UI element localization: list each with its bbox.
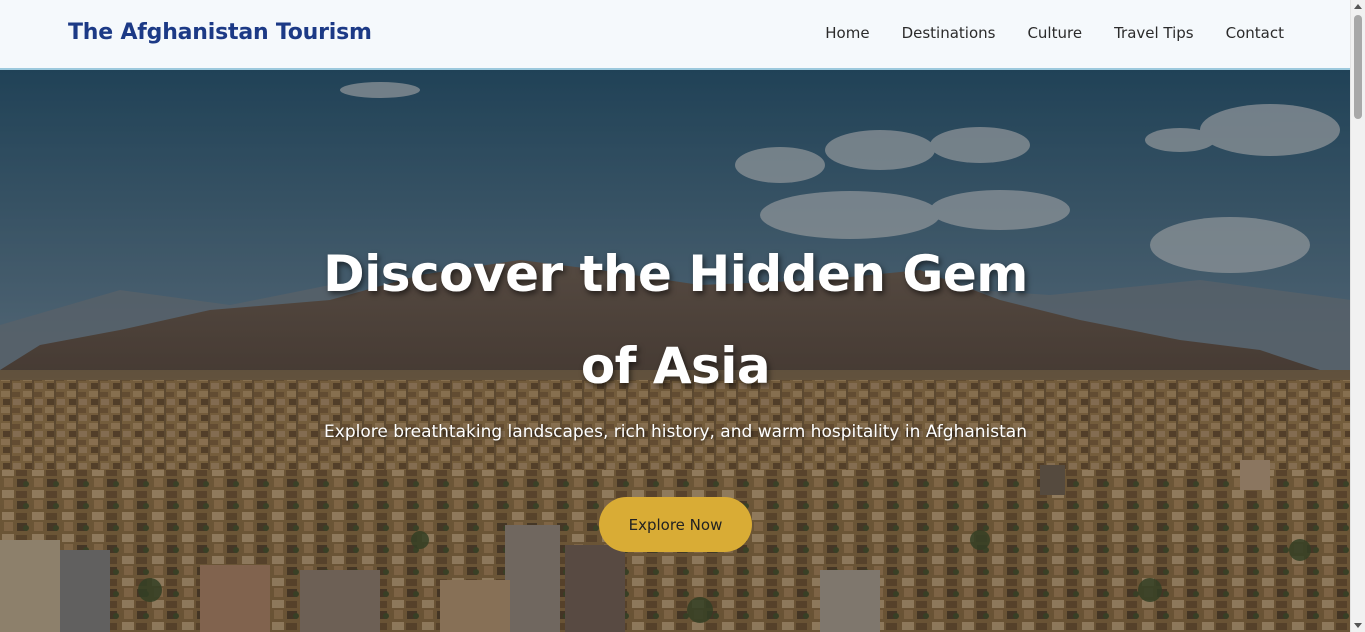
hero-content: Discover the Hidden Gem of Asia Explore … [0,70,1351,632]
vertical-scrollbar[interactable] [1350,0,1365,632]
scrollbar-thumb[interactable] [1354,15,1362,119]
scroll-up-arrow-icon[interactable] [1354,4,1362,9]
explore-now-button[interactable]: Explore Now [599,497,752,552]
page: The Afghanistan Tourism Home Destination… [0,0,1365,632]
hero-subtitle: Explore breathtaking landscapes, rich hi… [324,422,1027,442]
nav-link-home[interactable]: Home [825,24,869,42]
hero-section: Discover the Hidden Gem of Asia Explore … [0,70,1351,632]
navbar: The Afghanistan Tourism Home Destination… [0,0,1351,70]
hero-title: Discover the Hidden Gem of Asia [323,245,1028,395]
scroll-down-arrow-icon[interactable] [1354,623,1362,628]
nav-link-contact[interactable]: Contact [1226,24,1284,42]
nav-link-travel-tips[interactable]: Travel Tips [1114,24,1194,42]
nav-link-culture[interactable]: Culture [1027,24,1082,42]
site-logo-title[interactable]: The Afghanistan Tourism [68,20,372,45]
main-nav: Home Destinations Culture Travel Tips Co… [825,24,1284,42]
nav-link-destinations[interactable]: Destinations [902,24,996,42]
